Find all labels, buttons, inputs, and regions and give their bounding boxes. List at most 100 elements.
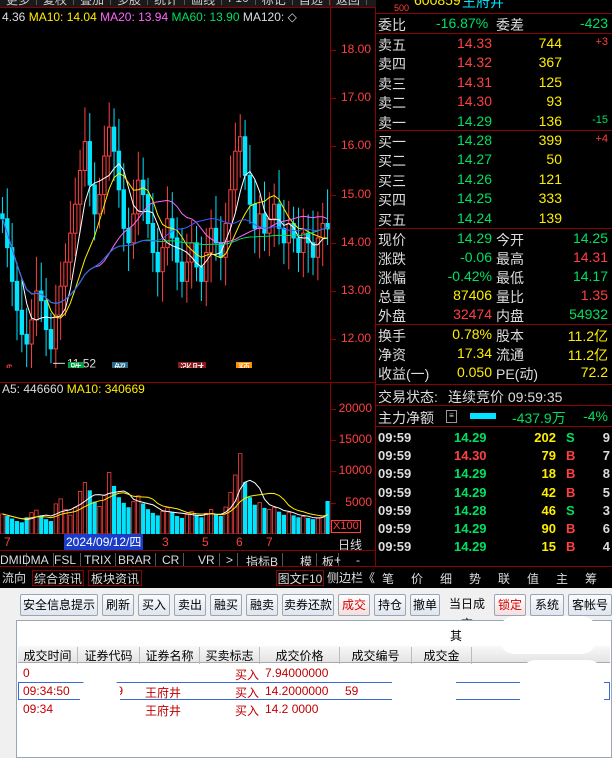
trade-toolbar-button[interactable]: 融卖 (246, 594, 278, 616)
quote-side-tab[interactable]: 主 (556, 570, 568, 587)
tick-volume: 90 (541, 521, 556, 536)
volume-bar (150, 512, 155, 534)
asks-level[interactable]: 卖一 14.29 136 -15 (376, 112, 612, 132)
top-tab[interactable]: 自选 (293, 0, 330, 7)
grid-column-header[interactable]: 证券名称 (140, 647, 200, 664)
indicator-tab[interactable]: FSL (54, 553, 82, 567)
period-plus-button[interactable]: + (334, 553, 341, 567)
bids-level[interactable]: 买二 14.27 50 (376, 150, 612, 170)
indicator-tab[interactable]: DMA (22, 553, 54, 567)
tick-row[interactable]: 09:59 14.30 79 B 7 (376, 447, 612, 465)
grid-column-header[interactable]: 买卖标志 (200, 647, 260, 664)
top-tab[interactable]: 复权 (37, 0, 75, 7)
asks-level[interactable]: 卖三 14.31 125 (376, 73, 612, 93)
trade-toolbar-button[interactable]: 刷新 (102, 594, 134, 616)
redaction (520, 660, 604, 752)
tab-news[interactable]: 综合资讯 (32, 570, 84, 586)
stat-value: 32474 (453, 306, 492, 322)
asks-level[interactable]: 卖五 14.33 744 +3 (376, 34, 612, 54)
quote-side-tab[interactable]: 笔 (382, 570, 394, 587)
grid-column-header[interactable]: 证券代码 (78, 647, 140, 664)
indicator-tab[interactable]: CR (162, 553, 185, 567)
top-tab[interactable]: 更多 (0, 0, 38, 7)
candle-body (267, 218, 272, 234)
quote-side-tab[interactable]: 细 (440, 570, 452, 587)
asks-volume: 744 (538, 35, 562, 51)
trade-toolbar-button[interactable]: 持仓 (374, 594, 406, 616)
candle-body (34, 290, 39, 321)
period-minus-button[interactable]: - (356, 553, 360, 567)
main-flow-value: -437.9万 (512, 410, 566, 426)
quote-side-tab[interactable]: 值 (527, 570, 539, 587)
asks-level[interactable]: 卖二 14.30 93 (376, 92, 612, 112)
tick-price: 14.29 (454, 484, 487, 500)
weibi-value: -16.87% (436, 15, 489, 31)
bids-level[interactable]: 买三 14.26 121 (376, 170, 612, 190)
tick-list[interactable]: 09:59 14.29 202 S 9 09:59 14.30 79 B 7 09:59 14.29 1… (376, 429, 612, 559)
volume-bar (160, 511, 165, 534)
bids-volume: 399 (538, 132, 562, 148)
tick-row[interactable]: 09:59 14.29 90 B 6 (376, 520, 612, 538)
top-tab[interactable]: 叠加 (74, 0, 112, 7)
trade-toolbar-button[interactable]: 系统 (530, 594, 564, 616)
top-tab[interactable]: 多股 (111, 0, 149, 7)
tab-f10[interactable]: 图文F10 (276, 570, 324, 586)
trade-toolbar-button[interactable]: 卖出 (174, 594, 206, 616)
quote-side-tab[interactable]: 价 (411, 570, 423, 587)
grid-column-header[interactable]: 成交编号 (340, 647, 412, 664)
candle-body (131, 213, 136, 244)
bids-level[interactable]: 买四 14.25 333 (376, 189, 612, 209)
indicator-tab[interactable]: TRIX (84, 553, 117, 567)
indicator-tab[interactable]: VR (198, 553, 220, 567)
indicator-tab[interactable]: > (226, 553, 239, 567)
trade-toolbar-button[interactable]: 客帐号 (568, 594, 612, 616)
candle-body (43, 300, 49, 331)
tick-row[interactable]: 09:59 14.29 15 B 4 (376, 538, 612, 556)
kline-chart-panel[interactable]: 更多复权叠加多股统计画线F10标记自选返回 4.36 MA10: 14.04 M… (0, 0, 376, 570)
quote-side-tab[interactable]: 联 (498, 570, 510, 587)
list-icon: ≡ (446, 410, 457, 423)
subtab-query[interactable]: 其 (450, 627, 462, 644)
candle-body (208, 227, 214, 253)
tick-time: 09:59 (378, 521, 412, 536)
bids-level[interactable]: 买五 14.24 139 (376, 209, 612, 229)
quote-side-tab[interactable]: 筹 (585, 570, 597, 587)
tick-row[interactable]: 09:59 14.29 42 B 5 (376, 484, 612, 502)
candlestick-plot[interactable]: 11.52$跌解涨财预 (0, 28, 330, 368)
grid-column-header[interactable]: 成交金 (412, 647, 472, 664)
trade-toolbar-button[interactable]: 成交 (338, 594, 370, 616)
top-tab[interactable]: F10 (222, 0, 256, 5)
tick-price: 14.28 (454, 502, 487, 518)
bids-level[interactable]: 买一 14.28 399 +4 (376, 131, 612, 151)
tab-sidebar[interactable]: 侧边栏《 (326, 570, 376, 586)
tab-sector-news[interactable]: 板块资讯 (88, 570, 142, 586)
tick-row[interactable]: 09:59 14.29 18 B 8 (376, 465, 612, 483)
volume-bar (296, 517, 301, 534)
tick-row[interactable]: 09:59 14.28 46 S 3 (376, 502, 612, 520)
tick-row[interactable]: 09:59 14.29 202 S 9 (376, 429, 612, 447)
top-tab[interactable]: 画线 (185, 0, 223, 7)
asks-level[interactable]: 卖四 14.32 367 (376, 53, 612, 73)
trade-toolbar-button[interactable]: 安全信息提示 (20, 594, 98, 616)
ask-book: 卖五 14.33 744 +3 卖四 14.32 367 卖三 14.31 125 卖二 14.30 9… (376, 34, 612, 134)
tab-flow[interactable]: 流向 (0, 570, 28, 586)
trade-toolbar-button[interactable]: 当日成交 (444, 594, 490, 631)
trade-toolbar-button[interactable]: 卖券还款 (282, 594, 334, 616)
top-tab[interactable]: 标记 (256, 0, 293, 7)
volume-plot[interactable] (0, 396, 330, 534)
volume-bar (111, 485, 117, 534)
trade-toolbar-button[interactable]: 撤单 (410, 594, 440, 616)
volume-bar (257, 502, 262, 534)
grid-column-header[interactable]: 成交价格 (260, 647, 340, 664)
quote-side-tab[interactable]: 势 (469, 570, 481, 587)
bids-price: 14.25 (456, 190, 492, 207)
trade-toolbar-button[interactable]: 买入 (138, 594, 170, 616)
indicator-tab[interactable]: BRAR (118, 553, 157, 567)
bids-label: 买二 (378, 153, 406, 170)
grid-column-header[interactable]: 成交时间 (18, 647, 78, 664)
bids-label: 买一 (378, 134, 406, 150)
trade-toolbar-button[interactable]: 锁定 (494, 594, 526, 616)
trade-toolbar-button[interactable]: 融买 (210, 594, 242, 616)
top-tab[interactable]: 统计 (148, 0, 186, 7)
main-flow-row[interactable]: 主力净额 ≡ -437.9万 -4% (376, 407, 612, 426)
